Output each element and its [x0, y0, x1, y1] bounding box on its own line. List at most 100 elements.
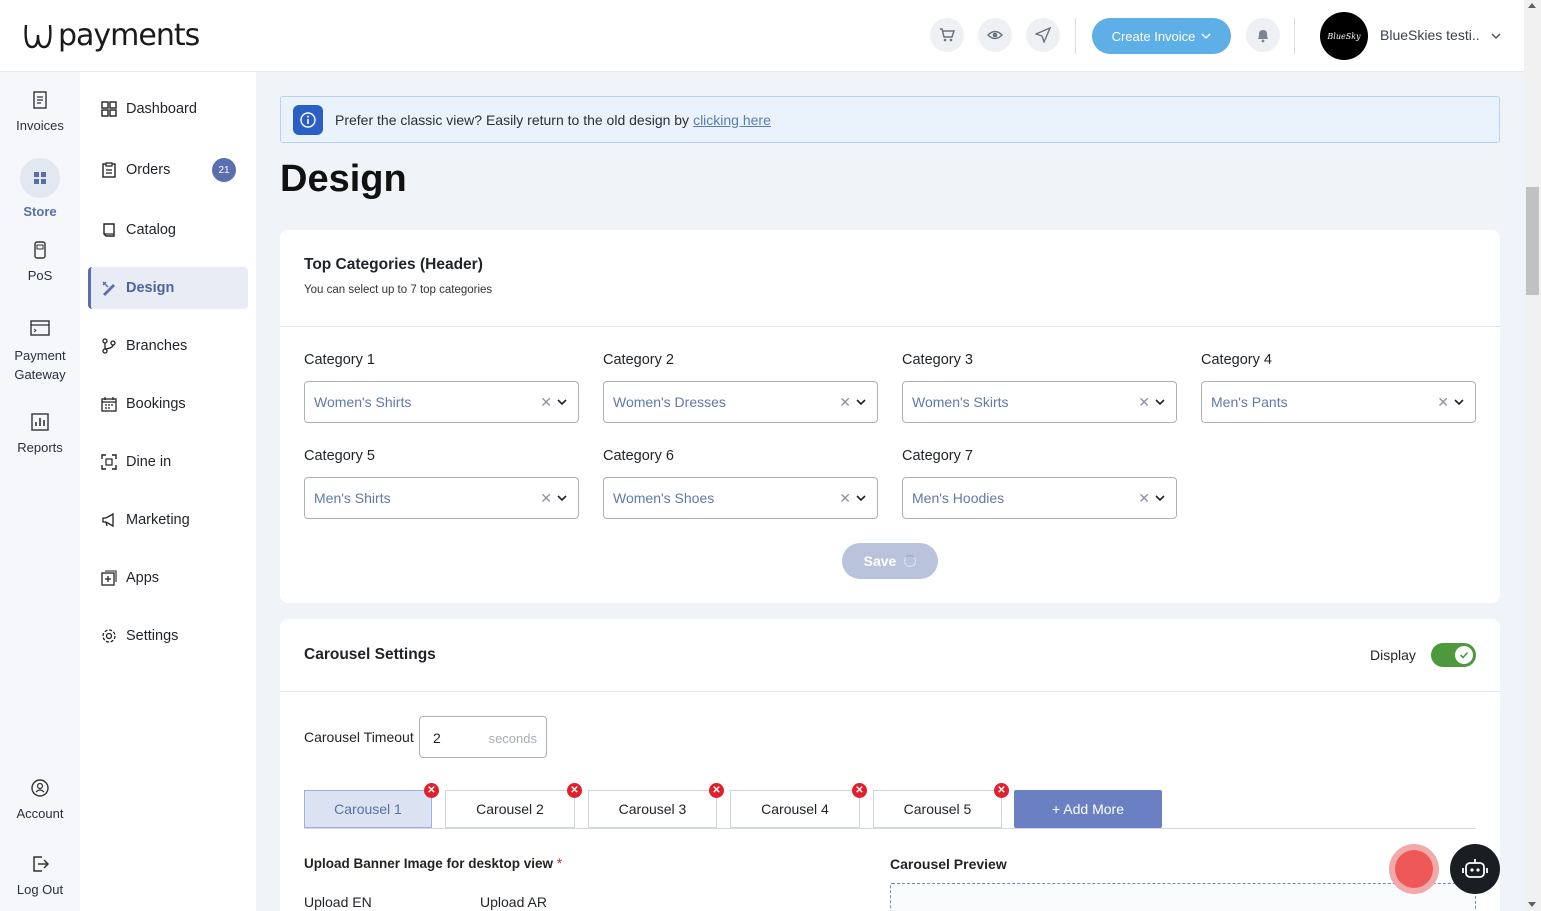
classic-view-link[interactable]: clicking here: [693, 112, 771, 128]
tab-carousel-3[interactable]: Carousel 3 ✕: [588, 783, 724, 828]
category-2-select[interactable]: Women's Dresses ✕: [603, 381, 878, 423]
category-7-select[interactable]: Men's Hoodies ✕: [902, 477, 1177, 519]
nav-item-marketing[interactable]: Marketing: [88, 499, 248, 541]
category-4-select[interactable]: Men's Pants ✕: [1201, 381, 1476, 423]
clear-icon[interactable]: ✕: [540, 490, 552, 507]
notification-fab-inner: [1395, 850, 1433, 888]
display-toggle[interactable]: [1431, 643, 1476, 667]
nav-label: Dashboard: [126, 101, 197, 117]
tab-carousel-2[interactable]: Carousel 2 ✕: [445, 783, 582, 828]
tab-carousel-4[interactable]: Carousel 4 ✕: [730, 783, 867, 828]
save-categories-button[interactable]: Save: [842, 543, 938, 579]
category-3-label: Category 3: [902, 352, 973, 368]
timeout-unit: seconds: [488, 731, 537, 746]
nav-item-dashboard[interactable]: Dashboard: [88, 88, 248, 130]
notification-fab[interactable]: [1389, 844, 1439, 894]
nav-item-bookings[interactable]: Bookings: [88, 383, 248, 425]
category-7-label: Category 7: [902, 448, 973, 464]
nav-item-catalog[interactable]: Catalog: [88, 209, 248, 251]
clear-icon[interactable]: ✕: [1138, 394, 1150, 411]
page-scrollbar[interactable]: [1524, 0, 1541, 911]
rail-item-store[interactable]: Store: [0, 158, 80, 219]
account-name[interactable]: BlueSkies testi...: [1380, 27, 1480, 43]
carousel-timeout-input[interactable]: 2 seconds: [419, 716, 547, 758]
rail-item-logout[interactable]: Log Out: [0, 854, 80, 897]
delete-carousel-icon[interactable]: ✕: [567, 783, 582, 798]
nav-item-apps[interactable]: Apps: [88, 557, 248, 599]
required-mark: *: [556, 856, 563, 871]
primary-rail: Invoices Store PoS Payment Gateway Repor…: [0, 72, 80, 911]
logo-text: payments: [58, 18, 200, 53]
nav-label: Orders: [126, 162, 171, 178]
chevron-down-icon[interactable]: [855, 396, 867, 408]
chevron-down-icon[interactable]: [1154, 492, 1166, 504]
delete-carousel-icon[interactable]: ✕: [424, 783, 439, 798]
create-invoice-button[interactable]: Create Invoice: [1092, 18, 1231, 54]
qr-scan-icon: [100, 453, 118, 471]
catalog-icon: [100, 221, 118, 239]
clear-icon[interactable]: ✕: [839, 490, 851, 507]
account-avatar[interactable]: BlueSky: [1320, 12, 1368, 60]
category-3-select[interactable]: Women's Skirts ✕: [902, 381, 1177, 423]
nav-item-design[interactable]: Design: [88, 267, 248, 309]
chevron-down-icon: [1201, 33, 1211, 40]
notifications-button[interactable]: [1246, 18, 1280, 52]
rail-item-account[interactable]: Account: [0, 778, 80, 821]
tab-carousel-1[interactable]: Carousel 1 ✕: [304, 783, 439, 828]
orders-count-badge: 21: [212, 158, 236, 182]
nav-label: Settings: [126, 628, 179, 644]
top-categories-card: Top Categories (Header) You can select u…: [280, 230, 1500, 603]
classic-view-banner: Prefer the classic view? Easily return t…: [280, 96, 1500, 143]
rail-item-payment-gateway[interactable]: Payment Gateway: [0, 318, 80, 384]
cart-button[interactable]: [930, 18, 964, 52]
chevron-down-icon[interactable]: [556, 492, 568, 504]
chevron-down-icon[interactable]: [556, 396, 568, 408]
nav-item-branches[interactable]: Branches: [88, 325, 248, 367]
category-3-value: Women's Skirts: [912, 394, 1009, 410]
nav-item-orders[interactable]: Orders 21: [88, 149, 248, 191]
nav-label: Dine in: [126, 454, 172, 470]
card-divider: [280, 326, 1500, 327]
account-menu-chevron-icon[interactable]: [1490, 30, 1502, 42]
clear-icon[interactable]: ✕: [540, 394, 552, 411]
delete-carousel-icon[interactable]: ✕: [852, 783, 867, 798]
scroll-thumb[interactable]: [1526, 187, 1539, 295]
tab-label: Carousel 5: [903, 801, 972, 817]
chevron-down-icon[interactable]: [1154, 396, 1166, 408]
clear-icon[interactable]: ✕: [1437, 394, 1449, 411]
nav-item-dine-in[interactable]: Dine in: [88, 441, 248, 483]
category-2-label: Category 2: [603, 352, 674, 368]
rail-item-reports[interactable]: Reports: [0, 412, 80, 455]
app-logo[interactable]: payments: [22, 18, 200, 53]
scroll-down-icon[interactable]: [1528, 902, 1536, 907]
category-6-select[interactable]: Women's Shoes ✕: [603, 477, 878, 519]
scroll-up-icon[interactable]: [1528, 3, 1536, 8]
rail-label: Store: [23, 204, 57, 219]
category-5-select[interactable]: Men's Shirts ✕: [304, 477, 579, 519]
send-button[interactable]: [1026, 18, 1060, 52]
add-more-carousel-button[interactable]: + Add More: [1014, 790, 1162, 828]
rail-label: Gateway: [14, 367, 66, 382]
nav-item-settings[interactable]: Settings: [88, 615, 248, 657]
chatbot-icon: [1462, 859, 1488, 878]
gear-icon: [100, 627, 118, 645]
save-label: Save: [863, 553, 897, 569]
rail-item-invoices[interactable]: Invoices: [0, 90, 80, 133]
rail-label: Payment: [14, 348, 66, 363]
chat-bot-button[interactable]: [1450, 844, 1500, 894]
top-categories-subtitle: You can select up to 7 top categories: [304, 284, 493, 296]
rail-item-pos[interactable]: PoS: [0, 240, 80, 283]
clear-icon[interactable]: ✕: [1138, 490, 1150, 507]
category-1-select[interactable]: Women's Shirts ✕: [304, 381, 579, 423]
tab-carousel-5[interactable]: Carousel 5 ✕: [873, 783, 1009, 828]
toggle-knob: [1455, 646, 1473, 664]
clear-icon[interactable]: ✕: [839, 394, 851, 411]
preview-button[interactable]: [978, 18, 1012, 52]
delete-carousel-icon[interactable]: ✕: [709, 783, 724, 798]
chevron-down-icon[interactable]: [1453, 396, 1465, 408]
delete-carousel-icon[interactable]: ✕: [994, 783, 1009, 798]
rail-label: Log Out: [16, 882, 64, 897]
carousel-timeout-label: Carousel Timeout: [304, 729, 414, 745]
chevron-down-icon[interactable]: [855, 492, 867, 504]
nav-label: Apps: [126, 570, 160, 586]
